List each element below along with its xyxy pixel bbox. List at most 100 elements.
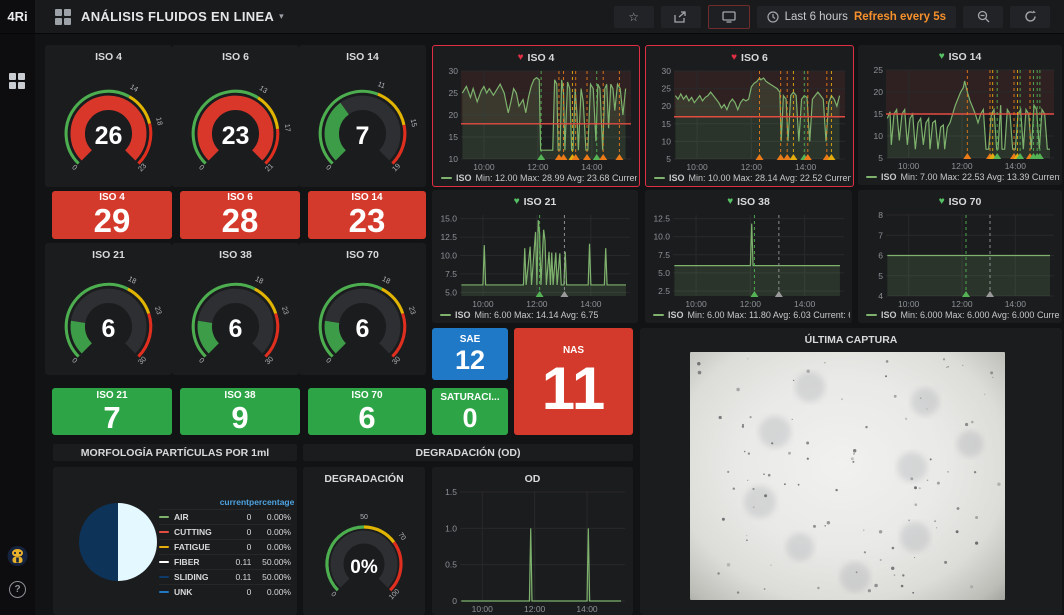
iso21-chart[interactable]: 5.07.510.012.515.010:0012:0014:00: [434, 211, 636, 308]
panel-title[interactable]: ♥ISO 21: [432, 190, 638, 210]
svg-text:7: 7: [356, 122, 370, 150]
refresh-icon: [1024, 10, 1037, 23]
svg-text:14:00: 14:00: [580, 299, 602, 308]
panel-title[interactable]: DEGRADACIÓN: [303, 467, 425, 487]
series-swatch: [159, 591, 169, 593]
pie-legend-row[interactable]: SLIDING0.1150.00%: [159, 569, 291, 584]
stat-nas[interactable]: NAS 11: [514, 328, 633, 435]
tv-mode-button[interactable]: [708, 5, 750, 29]
iso70-chart[interactable]: 4567810:0012:0014:00: [860, 211, 1060, 308]
zoom-out-button[interactable]: [963, 6, 1003, 28]
refresh-button[interactable]: [1010, 6, 1050, 28]
iso14-chart[interactable]: 51015202510:0012:0014:00: [860, 66, 1060, 170]
svg-text:10.0: 10.0: [653, 232, 670, 242]
svg-text:0%: 0%: [350, 557, 378, 578]
svg-text:10:00: 10:00: [898, 299, 920, 308]
svg-text:17: 17: [283, 123, 293, 132]
iso38-chart[interactable]: 2.55.07.510.012.510:0012:0014:00: [647, 211, 850, 308]
row-header-degradacion[interactable]: DEGRADACIÓN (OD): [303, 444, 633, 461]
svg-text:19: 19: [390, 161, 402, 173]
legend-series-dash: [866, 176, 877, 178]
time-picker[interactable]: Last 6 hours Refresh every 5s: [757, 6, 956, 28]
chevron-down-icon[interactable]: ▾: [279, 11, 284, 22]
panel-title[interactable]: ♥ISO 70: [858, 190, 1062, 210]
svg-text:0: 0: [452, 596, 457, 606]
svg-text:15: 15: [409, 117, 419, 127]
svg-text:14:00: 14:00: [795, 162, 817, 171]
pie-legend-row[interactable]: UNK00.00%: [159, 584, 291, 599]
svg-text:18: 18: [254, 274, 265, 286]
pie-legend-row[interactable]: AIR00.00%: [159, 509, 291, 524]
panel-title[interactable]: ♥ISO 4: [433, 46, 639, 66]
panel-title[interactable]: ♥ISO 6: [646, 46, 853, 66]
stat-saturacion[interactable]: SATURACI... 0: [432, 388, 508, 435]
legend-series-dash: [654, 177, 665, 179]
morphology-pie-chart[interactable]: [77, 501, 159, 583]
panel-title[interactable]: OD: [432, 467, 633, 487]
iso14-gauge: 01115197: [299, 62, 426, 187]
chart-legend[interactable]: ISOMin: 12.00 Max: 28.99 Avg: 23.68 Curr…: [441, 172, 637, 184]
dashboard-grid-icon[interactable]: [55, 9, 71, 25]
monitor-icon: [722, 11, 736, 23]
star-button[interactable]: ☆: [614, 6, 654, 28]
chart-legend[interactable]: ISOMin: 6.00 Max: 11.80 Avg: 6.03 Curren…: [653, 309, 850, 321]
stat-iso14[interactable]: ISO 14 23: [308, 191, 426, 239]
svg-text:25: 25: [449, 88, 459, 98]
svg-text:70: 70: [396, 531, 406, 542]
stat-iso38[interactable]: ISO 38 9: [180, 388, 300, 435]
svg-text:1.5: 1.5: [445, 488, 457, 497]
stat-sae[interactable]: SAE 12: [432, 328, 508, 380]
svg-text:14:00: 14:00: [1005, 161, 1027, 170]
sidebar-dashboards-icon[interactable]: [9, 73, 25, 89]
svg-text:20: 20: [662, 101, 672, 111]
stat-iso70[interactable]: ISO 70 6: [308, 388, 426, 435]
stat-iso4[interactable]: ISO 4 29: [52, 191, 172, 239]
svg-text:30: 30: [662, 67, 672, 76]
col-header-current: current: [215, 497, 249, 507]
series-swatch: [159, 561, 169, 563]
pie-legend-row[interactable]: FIBER0.1150.00%: [159, 554, 291, 569]
svg-text:12:00: 12:00: [951, 299, 973, 308]
od-chart[interactable]: 00.51.01.510:0012:0014:00: [434, 488, 631, 613]
stat-value: 6: [358, 402, 375, 435]
share-icon: [674, 11, 687, 23]
svg-text:12:00: 12:00: [524, 604, 546, 613]
refresh-interval-label: Refresh every 5s: [854, 11, 946, 23]
svg-text:15: 15: [449, 132, 459, 142]
svg-text:5.0: 5.0: [658, 268, 670, 278]
svg-text:10.0: 10.0: [440, 251, 457, 261]
dashboard-title[interactable]: ANÁLISIS FLUIDOS EN LINEA: [81, 9, 274, 24]
stat-iso21[interactable]: ISO 21 7: [52, 388, 172, 435]
chart-legend[interactable]: ISOMin: 6.00 Max: 14.14 Avg: 6.75: [440, 309, 636, 321]
svg-text:15: 15: [874, 109, 884, 119]
panel-title[interactable]: ♥ISO 14: [858, 45, 1062, 65]
series-swatch: [159, 576, 169, 578]
row-header-morfologia[interactable]: MORFOLOGÍA PARTÍCULAS POR 1ml: [53, 444, 297, 461]
star-icon: ☆: [628, 10, 639, 24]
help-button[interactable]: ?: [9, 581, 26, 598]
ok-heart-icon: ♥: [939, 52, 945, 62]
pie-legend-table[interactable]: currentpercentage AIR00.00% CUTTING00.00…: [159, 497, 291, 599]
zoom-out-icon: [977, 10, 990, 23]
chart-legend[interactable]: ISOMin: 10.00 Max: 28.14 Avg: 22.52 Curr…: [654, 172, 851, 184]
stat-iso6[interactable]: ISO 6 28: [180, 191, 300, 239]
iso6-chart[interactable]: 5101520253010:0012:0014:00: [648, 67, 851, 171]
pie-legend-row[interactable]: CUTTING00.00%: [159, 524, 291, 539]
iso4-chart[interactable]: 101520253010:0012:0014:00: [435, 67, 637, 171]
chart-legend[interactable]: ISOMin: 6.000 Max: 6.000 Avg: 6.000 Curr…: [866, 309, 1060, 321]
org-logo[interactable]: 4Ri: [0, 0, 35, 33]
chart-legend[interactable]: ISOMin: 7.00 Max: 22.53 Avg: 13.39 Curre…: [866, 171, 1060, 183]
panel-title[interactable]: ♥ISO 38: [645, 190, 852, 210]
iso70-gauge: 01823306: [299, 260, 426, 375]
svg-text:25: 25: [874, 66, 884, 75]
pie-legend-row[interactable]: FATIGUE00.00%: [159, 539, 291, 554]
share-button[interactable]: [661, 6, 701, 28]
panel-chart-iso4: ♥ISO 4 101520253010:0012:0014:00 ISOMin:…: [432, 45, 640, 187]
mascot-icon[interactable]: [7, 545, 28, 572]
svg-text:10:00: 10:00: [685, 299, 707, 308]
svg-text:6: 6: [229, 315, 243, 343]
svg-text:7.5: 7.5: [658, 250, 670, 260]
help-icon: ?: [14, 584, 20, 595]
svg-text:0: 0: [70, 162, 79, 171]
panel-title[interactable]: ÚLTIMA CAPTURA: [640, 328, 1062, 348]
